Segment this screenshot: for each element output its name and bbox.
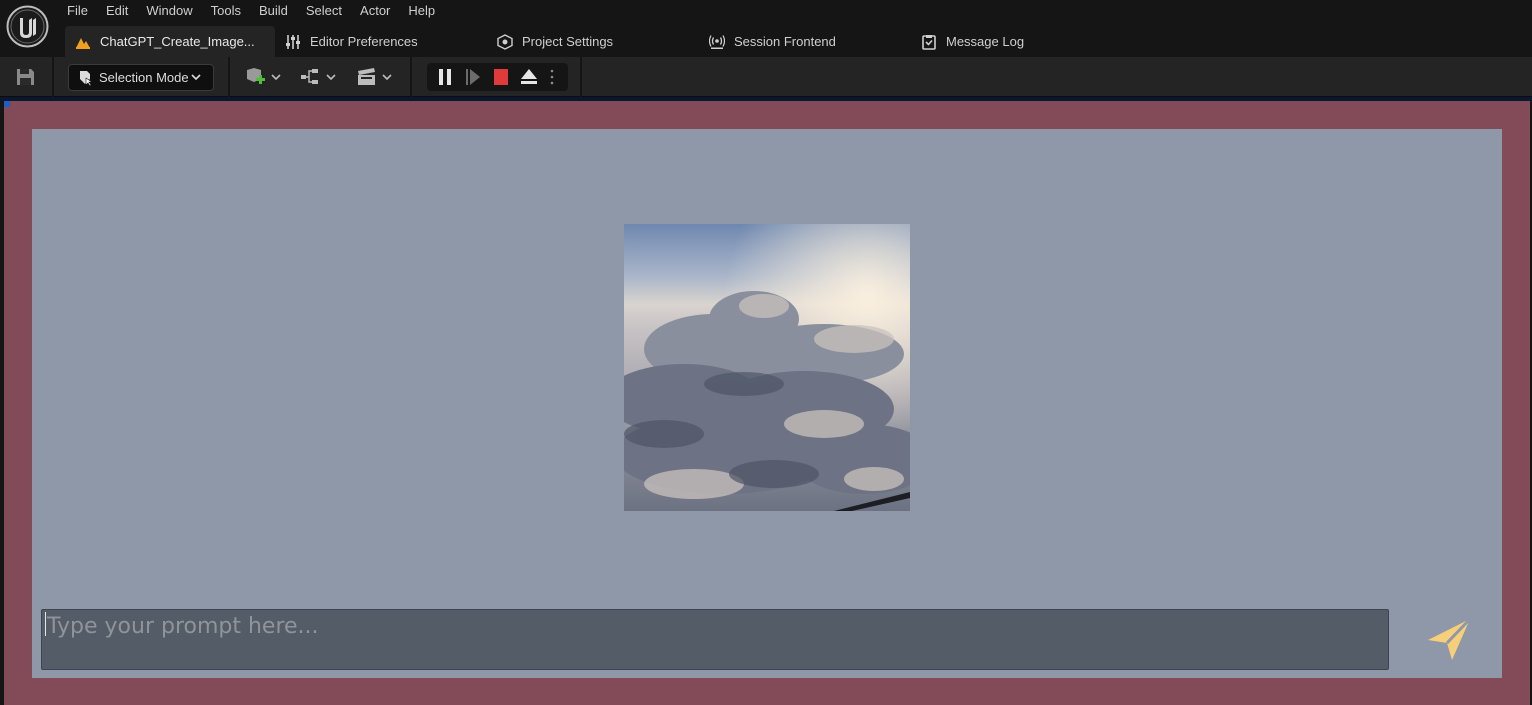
blueprints-button[interactable] [300,66,336,88]
viewport-focus-indicator [4,101,10,107]
menu-help[interactable]: Help [399,0,444,22]
level-icon [76,37,90,49]
more-options-icon[interactable] [548,69,556,85]
chevron-down-icon [271,74,281,81]
menu-file[interactable]: File [58,0,97,22]
toolbar-separator [410,57,412,97]
tab-project-settings[interactable]: Project Settings [487,26,699,57]
chevron-down-icon [326,74,336,81]
eject-icon[interactable] [520,69,538,85]
main-toolbar: Selection Mode [0,57,1532,97]
stop-icon[interactable] [492,69,510,85]
toolbar-separator [52,57,54,97]
title-bar: File Edit Window Tools Build Select Acto… [0,0,1532,57]
toolbar-separator [580,57,582,97]
menu-tools[interactable]: Tools [202,0,250,22]
prompt-input[interactable] [41,609,1389,670]
tab-label: Project Settings [522,34,614,49]
toolbar-separator [228,57,230,97]
broadcast-icon [709,34,725,49]
tab-message-log[interactable]: Message Log [911,26,1038,57]
blueprint-graph-icon [301,69,318,84]
text-cursor [45,612,46,636]
tab-session-frontend[interactable]: Session Frontend [699,26,911,57]
menu-actor[interactable]: Actor [351,0,399,22]
add-actor-button[interactable] [245,66,281,88]
selection-mode-dropdown[interactable]: Selection Mode [68,64,214,91]
save-icon[interactable] [16,68,35,86]
chevron-down-icon [191,74,201,81]
play-controls [427,63,568,91]
clapperboard-icon [358,68,375,85]
send-button[interactable] [1426,616,1472,662]
selection-mode-label: Selection Mode [99,70,189,85]
cinematics-button[interactable] [356,66,392,88]
tab-label: ChatGPT_Create_Image... [100,34,255,49]
step-frame-icon[interactable] [464,69,482,85]
sliders-icon [286,34,300,49]
tab-label: Editor Preferences [310,34,418,49]
tab-editor-preferences[interactable]: Editor Preferences [275,26,487,57]
menu-select[interactable]: Select [297,0,351,22]
send-icon [1428,617,1472,660]
menu-edit[interactable]: Edit [97,0,137,22]
add-actor-icon [247,68,265,84]
menu-window[interactable]: Window [137,0,201,22]
log-icon [922,34,936,50]
tab-label: Message Log [946,34,1025,49]
generated-image [624,224,910,511]
unreal-logo-icon[interactable] [6,5,49,48]
settings-cube-icon [497,33,513,50]
tab-level[interactable]: ChatGPT_Create_Image... [65,26,275,57]
tab-label: Session Frontend [734,34,836,49]
menu-bar: File Edit Window Tools Build Select Acto… [58,0,444,22]
editor-tabs: ChatGPT_Create_Image... Editor Preferenc… [65,26,1038,57]
chevron-down-icon [382,74,392,81]
pause-icon[interactable] [436,69,454,85]
selection-mode-icon [80,70,93,86]
menu-build[interactable]: Build [250,0,297,22]
